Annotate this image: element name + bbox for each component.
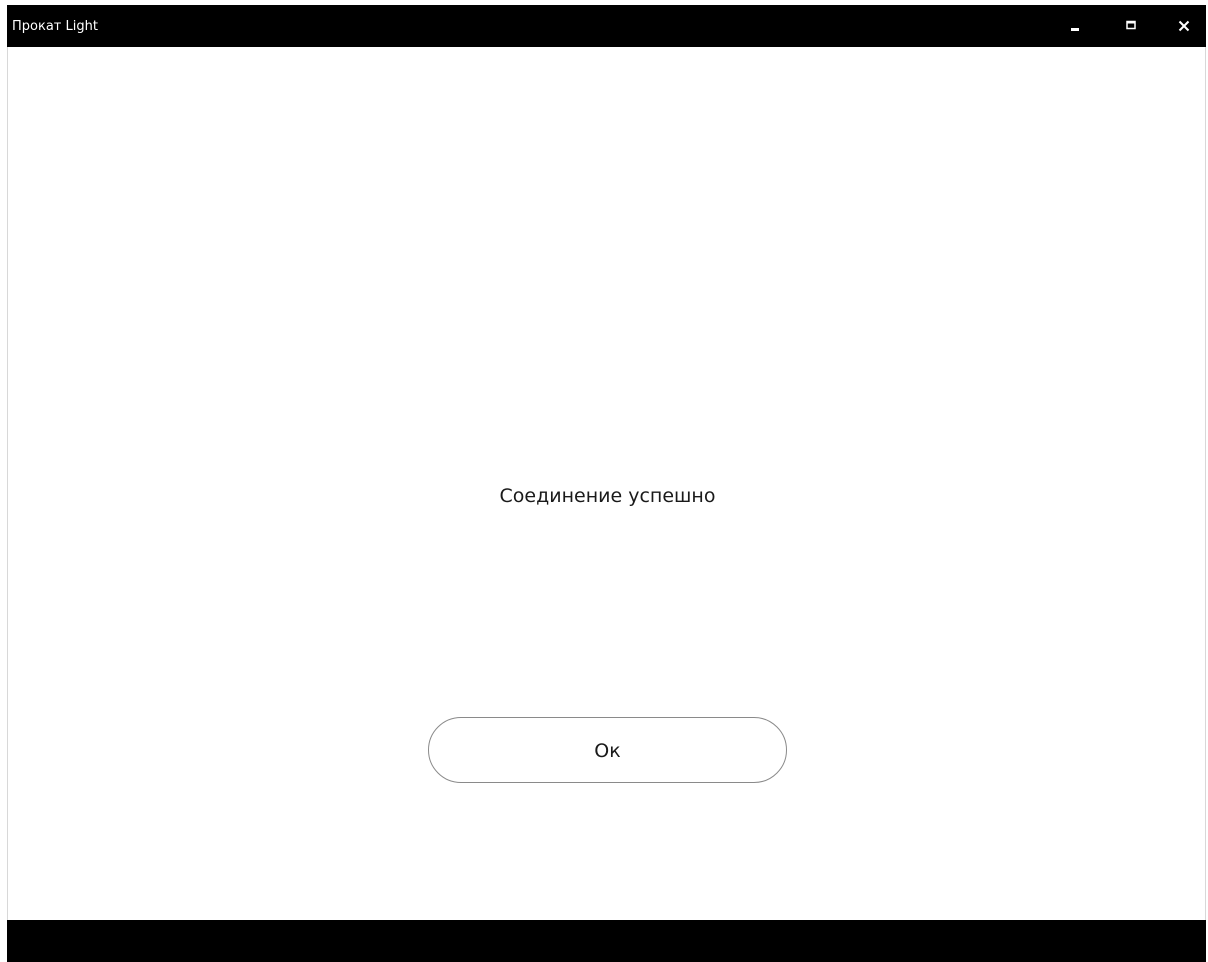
- close-icon: [1178, 20, 1190, 32]
- status-message: Соединение успешно: [499, 485, 716, 507]
- maximize-icon: [1126, 20, 1136, 30]
- bottom-bar: [7, 920, 1206, 962]
- app-window: Прокат Light Соединение успешно Ок: [0, 0, 1208, 962]
- window-title: Прокат Light: [12, 19, 98, 34]
- ok-button[interactable]: Ок: [428, 717, 787, 783]
- minimize-icon: [1071, 28, 1079, 31]
- dialog-content: Соединение успешно Ок: [7, 47, 1206, 920]
- ok-button-label: Ок: [594, 740, 621, 762]
- minimize-button[interactable]: [1054, 5, 1096, 47]
- title-bar[interactable]: Прокат Light: [7, 5, 1206, 47]
- maximize-button[interactable]: [1110, 5, 1152, 47]
- close-button[interactable]: [1163, 5, 1205, 47]
